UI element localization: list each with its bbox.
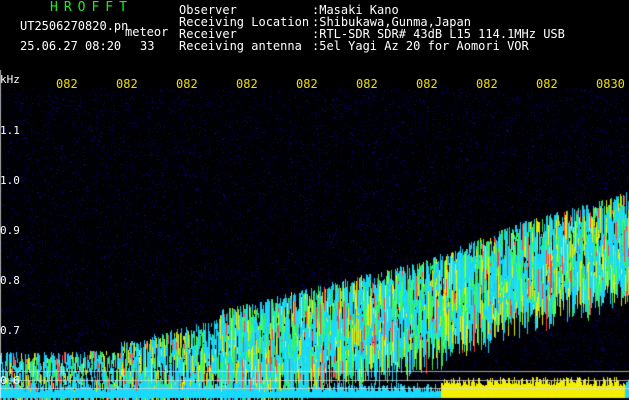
spectrogram-waterfall — [0, 70, 629, 400]
time-tick: 082 — [296, 77, 318, 91]
antenna-value: :5el Yagi Az 20 for Aomori VOR — [312, 39, 529, 53]
time-tick: 082 — [176, 77, 198, 91]
frequency-tick: 0.8 — [0, 274, 20, 287]
frequency-tick: 0.6 — [0, 374, 20, 387]
time-tick: 082 — [476, 77, 498, 91]
time-tick: 0830 — [596, 77, 625, 91]
time-tick: 082 — [356, 77, 378, 91]
frequency-unit: kHz — [0, 73, 20, 86]
file-date-time: 25.06.27 08:20 — [20, 39, 122, 53]
app-brand: HROFFT — [50, 0, 133, 15]
file-name: UT2506270820.pn — [20, 19, 129, 33]
time-tick: 082 — [116, 77, 138, 91]
time-tick: 082 — [536, 77, 558, 91]
time-tick: 082 — [56, 77, 78, 91]
time-tick: 082 — [236, 77, 258, 91]
station-info: Observer :Masaki Kano Receiving Location… — [179, 4, 629, 52]
hrofft-screen: HROFFT UT2506270820.pn meteor 25.06.27 0… — [0, 0, 629, 400]
frequency-tick: 1.0 — [0, 174, 20, 187]
time-tick: 082 — [416, 77, 438, 91]
frequency-tick: 0.7 — [0, 324, 20, 337]
file-count: 33 — [140, 39, 155, 53]
antenna-label: Receiving antenna — [179, 39, 302, 53]
frequency-tick: 1.1 — [0, 124, 20, 137]
file-tag: meteor — [125, 25, 169, 39]
frequency-tick: 0.9 — [0, 224, 20, 237]
